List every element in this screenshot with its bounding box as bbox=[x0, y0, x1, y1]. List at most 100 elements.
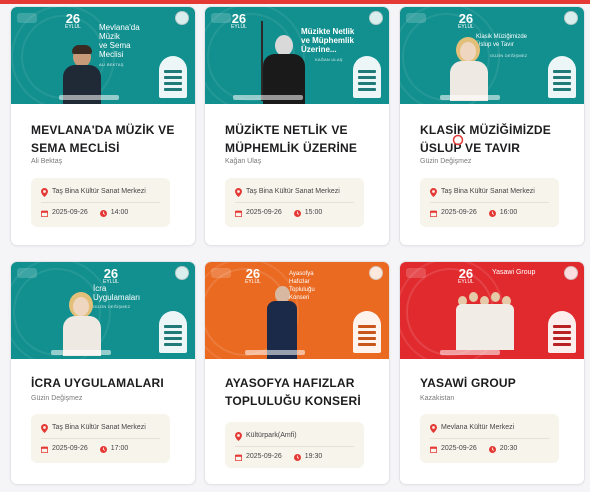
poster-date-badge: 26 EYLÜL bbox=[458, 266, 474, 285]
event-performer: Kağan Ulaş bbox=[225, 158, 262, 165]
calendar-icon bbox=[430, 446, 437, 453]
event-title[interactable]: MEVLANA'DA MÜZİK VE SEMA MECLİSİ bbox=[31, 121, 181, 157]
location-pin-icon bbox=[41, 423, 48, 433]
sponsor-logos bbox=[51, 350, 111, 355]
event-datetime: 2025-09-26 14:00 bbox=[41, 208, 128, 218]
calendar-icon bbox=[430, 210, 437, 217]
seal-icon bbox=[175, 11, 189, 25]
event-poster-image[interactable]: 26 EYLÜL Mevlana'da Müzik ve Sema Meclisi AL… bbox=[11, 7, 195, 104]
poster-performer-name: GÜZİN DEĞİŞMEZ bbox=[93, 304, 131, 309]
calendar-icon bbox=[235, 454, 242, 461]
poster-title: Ayasofya Hafızlar Topluluğu Konseri bbox=[289, 271, 315, 301]
event-title[interactable]: AYASOFYA HAFIZLAR TOPLULUĞU KONSERİ bbox=[225, 374, 375, 410]
calendar-icon bbox=[41, 446, 48, 453]
event-venue: Taş Bina Kültür Sanat Merkezi bbox=[41, 187, 146, 197]
poster-logo bbox=[211, 13, 231, 23]
festival-logo bbox=[353, 311, 381, 353]
clock-icon bbox=[488, 209, 496, 217]
sponsor-logos bbox=[440, 350, 500, 355]
info-divider bbox=[41, 438, 160, 439]
event-venue: Taş Bina Kültür Sanat Merkezi bbox=[430, 187, 535, 197]
clock-icon bbox=[488, 445, 496, 453]
event-venue: Mevlana Kültür Merkezi bbox=[430, 423, 514, 433]
event-poster-image[interactable]: 26 EYLÜL Ayasofya Hafızlar Topluluğu Konseri bbox=[205, 262, 389, 359]
sponsor-logos bbox=[440, 95, 500, 100]
event-title[interactable]: KLASİK MÜZİĞİMİZDE ÜSLUP VE TAVIR bbox=[420, 121, 570, 157]
event-card[interactable]: 26 EYLÜL Ayasofya Hafızlar Topluluğu Konseri… bbox=[204, 261, 390, 485]
festival-logo bbox=[548, 56, 576, 98]
poster-title: Yasawi Group bbox=[492, 269, 536, 276]
event-performer: Kazakistan bbox=[420, 395, 455, 402]
event-performer: Güzin Değişmez bbox=[420, 158, 472, 165]
sponsor-logos bbox=[233, 95, 303, 100]
location-pin-icon bbox=[235, 187, 242, 197]
clock-icon bbox=[293, 209, 301, 217]
clock-icon bbox=[99, 209, 107, 217]
seal-icon bbox=[175, 266, 189, 280]
clock-icon bbox=[293, 453, 301, 461]
event-datetime: 2025-09-26 19:30 bbox=[235, 452, 322, 462]
event-venue: Kültürpark(Amfi) bbox=[235, 431, 297, 441]
event-card[interactable]: 26 EYLÜL Klasik Müziğimizde Üslup ve Tavır… bbox=[399, 6, 585, 246]
poster-title: Müzikte Netlik ve Müphemlik Üzerine... bbox=[301, 27, 355, 54]
info-divider bbox=[235, 446, 354, 447]
sponsor-logos bbox=[59, 95, 119, 100]
event-datetime: 2025-09-26 16:00 bbox=[430, 208, 517, 218]
event-title[interactable]: İCRA UYGULAMALARI bbox=[31, 374, 181, 392]
poster-date-badge: 26 EYLÜL bbox=[103, 266, 119, 285]
event-performer: Ali Bektaş bbox=[31, 158, 63, 165]
info-divider bbox=[430, 202, 549, 203]
event-card[interactable]: 26 EYLÜL Müzikte Netlik ve Müphemlik Üzerin… bbox=[204, 6, 390, 246]
event-info-box: Taş Bina Kültür Sanat Merkezi 2025-09-26… bbox=[225, 178, 364, 227]
clock-icon bbox=[99, 445, 107, 453]
event-info-box: Taş Bina Kültür Sanat Merkezi 2025-09-26… bbox=[420, 178, 559, 227]
event-performer: Güzin Değişmez bbox=[31, 395, 83, 402]
location-pin-icon bbox=[430, 423, 437, 433]
poster-logo bbox=[17, 13, 37, 23]
seal-icon bbox=[564, 11, 578, 25]
festival-logo bbox=[159, 56, 187, 98]
event-venue: Taş Bina Kültür Sanat Merkezi bbox=[235, 187, 340, 197]
poster-logo bbox=[17, 268, 37, 278]
poster-date-badge: 26 EYLÜL bbox=[458, 11, 474, 30]
calendar-icon bbox=[41, 210, 48, 217]
poster-performer-name: GÜZİN DEĞİŞMEZ bbox=[490, 53, 528, 58]
info-divider bbox=[41, 202, 160, 203]
location-pin-icon bbox=[430, 187, 437, 197]
poster-title: Mevlana'da Müzik ve Sema Meclisi bbox=[99, 23, 140, 59]
festival-logo bbox=[548, 311, 576, 353]
event-poster-image[interactable]: 26 EYLÜL Yasawi Group bbox=[400, 262, 584, 359]
event-card[interactable]: 26 EYLÜL Mevlana'da Müzik ve Sema Meclisi AL… bbox=[10, 6, 196, 246]
calendar-icon bbox=[235, 210, 242, 217]
seal-icon bbox=[369, 266, 383, 280]
poster-date-badge: 26 EYLÜL bbox=[231, 11, 247, 30]
instrument-neck bbox=[261, 21, 263, 101]
event-card[interactable]: 26 EYLÜL Yasawi Group YASAWİ GROUP Kazaki… bbox=[399, 261, 585, 485]
event-datetime: 2025-09-26 15:00 bbox=[235, 208, 322, 218]
poster-logo bbox=[406, 268, 426, 278]
poster-date-badge: 26 EYLÜL bbox=[245, 266, 261, 285]
seal-icon bbox=[564, 266, 578, 280]
poster-logo bbox=[406, 13, 426, 23]
event-poster-image[interactable]: 26 EYLÜL Klasik Müziğimizde Üslup ve Tavır… bbox=[400, 7, 584, 104]
poster-performer-name: KAĞAN ULAŞ bbox=[315, 57, 343, 62]
poster-performer-name: ALİ BEKTAŞ bbox=[99, 62, 124, 67]
event-title[interactable]: MÜZİKTE NETLİK VE MÜPHEMLİK ÜZERİNE bbox=[225, 121, 375, 157]
event-poster-image[interactable]: 26 EYLÜL Müzikte Netlik ve Müphemlik Üzerin… bbox=[205, 7, 389, 104]
poster-title: İcra Uygulamaları bbox=[93, 284, 141, 302]
location-pin-icon bbox=[235, 431, 242, 441]
event-venue: Taş Bina Kültür Sanat Merkezi bbox=[41, 423, 146, 433]
info-divider bbox=[235, 202, 354, 203]
info-divider bbox=[430, 438, 549, 439]
event-info-box: Kültürpark(Amfi) 2025-09-26 19:30 bbox=[225, 422, 364, 468]
event-info-box: Taş Bina Kültür Sanat Merkezi 2025-09-26… bbox=[31, 414, 170, 463]
event-grid: 26 EYLÜL Mevlana'da Müzik ve Sema Meclisi AL… bbox=[0, 0, 590, 492]
event-poster-image[interactable]: 26 EYLÜL İcra Uygulamaları GÜZİN DEĞİŞMEZ bbox=[11, 262, 195, 359]
seal-icon bbox=[369, 11, 383, 25]
event-datetime: 2025-09-26 20:30 bbox=[430, 444, 517, 454]
cursor-ring-icon bbox=[452, 134, 464, 146]
event-card[interactable]: 26 EYLÜL İcra Uygulamaları GÜZİN DEĞİŞMEZ … bbox=[10, 261, 196, 485]
festival-logo bbox=[353, 56, 381, 98]
event-info-box: Taş Bina Kültür Sanat Merkezi 2025-09-26… bbox=[31, 178, 170, 227]
event-title[interactable]: YASAWİ GROUP bbox=[420, 374, 570, 392]
